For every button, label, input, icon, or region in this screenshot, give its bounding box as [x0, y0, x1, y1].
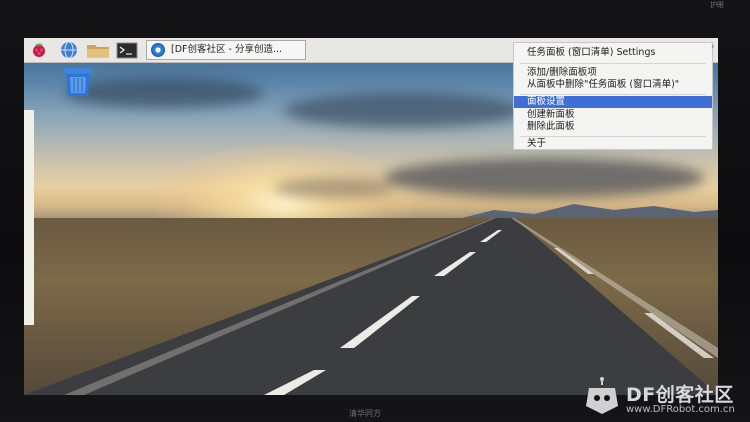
taskbar-window-button[interactable]: [DF创客社区 - 分享创造...	[146, 40, 306, 60]
trash-icon[interactable]	[61, 66, 95, 98]
cloud	[284, 93, 524, 128]
menu-separator	[520, 63, 706, 64]
robot-logo-icon	[586, 377, 618, 414]
web-browser-icon[interactable]	[58, 41, 80, 59]
cloud	[274, 178, 394, 198]
panel-context-menu: 任务面板 (窗口清单) Settings 添加/删除面板项 从面板中删除"任务面…	[513, 42, 713, 150]
menu-item-create-new-panel[interactable]: 创建新面板	[514, 109, 712, 121]
terminal-icon[interactable]	[116, 41, 138, 59]
taskbar-window-title: [DF创客社区 - 分享创造...	[171, 44, 283, 55]
desktop-screen: [DF创客社区 - 分享创造... 任务面板 (窗口清单) Settings 添…	[24, 38, 718, 395]
cloud	[384, 158, 704, 198]
menu-item-remove-from-panel[interactable]: 从面板中删除"任务面板 (窗口清单)"	[514, 79, 712, 91]
monitor-top-label: 护眼	[710, 1, 724, 9]
menu-chevron-icon: ›	[711, 42, 715, 52]
left-panel-strip	[24, 110, 34, 325]
menu-item-settings[interactable]: 任务面板 (窗口清单) Settings	[514, 47, 712, 59]
menu-separator	[520, 136, 706, 137]
watermark-title: DF创客社区	[626, 384, 734, 406]
file-manager-icon[interactable]	[86, 41, 110, 59]
raspberry-menu-icon[interactable]	[30, 41, 48, 59]
menu-item-about[interactable]: 关于	[514, 138, 712, 150]
dfrobot-watermark: DF创客社区 www.DFRobot.com.cn	[578, 374, 750, 418]
road	[24, 218, 718, 395]
watermark-url: www.DFRobot.com.cn	[626, 404, 735, 415]
menu-item-delete-panel[interactable]: 删除此面板	[514, 121, 712, 133]
monitor-brand-label: 清华同方	[349, 409, 381, 418]
menu-item-add-remove-panel-items[interactable]: 添加/删除面板项	[514, 67, 712, 79]
distant-mountains	[454, 204, 718, 220]
menu-separator	[520, 94, 706, 95]
menu-item-panel-settings[interactable]: 面板设置	[514, 96, 712, 108]
chromium-icon	[151, 43, 165, 57]
